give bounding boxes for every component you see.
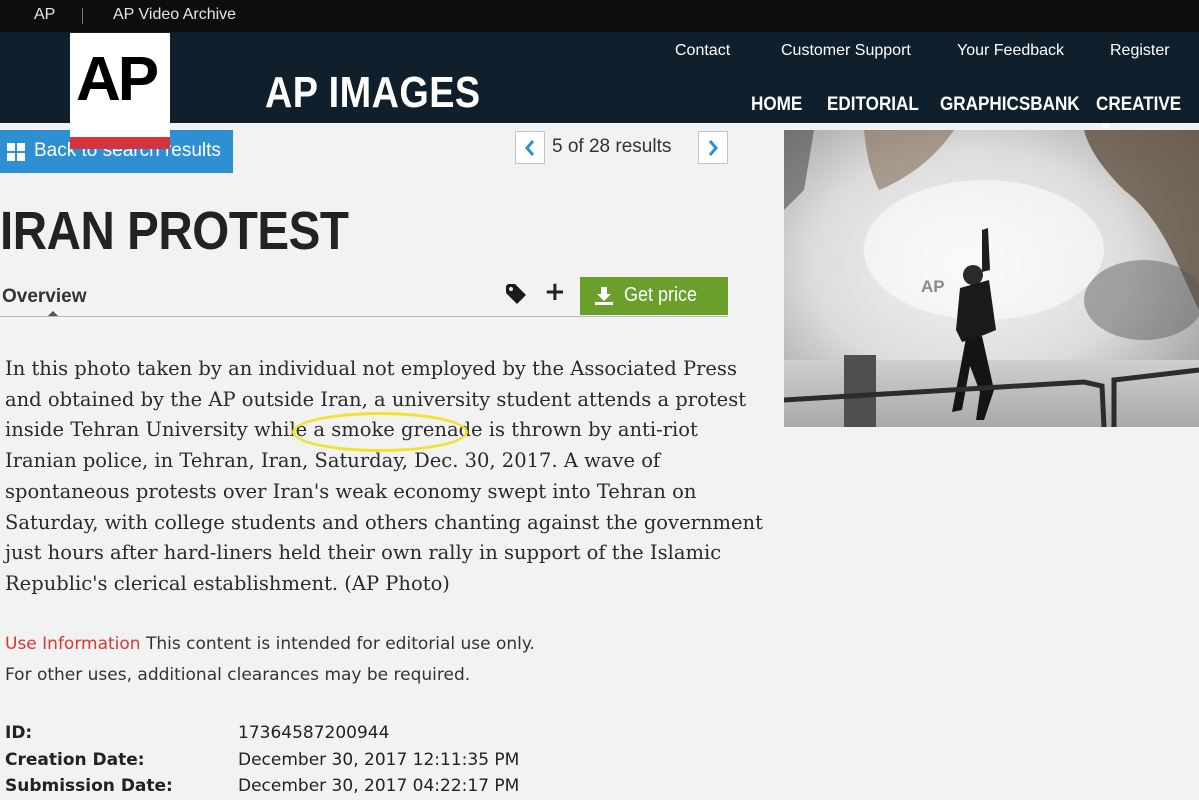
brand-title[interactable]: AP IMAGES xyxy=(265,68,481,118)
protest-photo[interactable]: AP xyxy=(784,130,1199,427)
video-archive-link[interactable]: AP Video Archive xyxy=(113,6,236,24)
caption-line: and obtained by the AP outside Iran, a u… xyxy=(5,387,747,411)
meta-creation-label: Creation Date: xyxy=(5,750,145,770)
ap-logo[interactable]: AP xyxy=(70,33,170,149)
contact-link[interactable]: Contact xyxy=(675,42,730,60)
photo-image: AP xyxy=(784,130,1199,427)
photo-caption: In this photo taken by an individual not… xyxy=(5,354,763,600)
logo-red-stripe xyxy=(70,137,170,149)
meta-id-label: ID: xyxy=(5,723,33,743)
use-information-link[interactable]: Use Information xyxy=(5,634,141,654)
prev-result-button[interactable] xyxy=(515,131,545,164)
meta-creation-value: December 30, 2017 12:11:35 PM xyxy=(238,750,520,770)
customer-support-link[interactable]: Customer Support xyxy=(781,42,911,60)
caption-line: spontaneous protests over Iran's weak ec… xyxy=(5,479,697,503)
meta-submission-label: Submission Date: xyxy=(5,776,173,796)
caption-line: Saturday, with college students and othe… xyxy=(5,510,763,534)
nav-home[interactable]: HOME xyxy=(751,94,802,116)
tab-overview[interactable]: Overview xyxy=(2,286,87,308)
nav-editorial[interactable]: EDITORIAL xyxy=(827,94,919,116)
tag-icon[interactable] xyxy=(504,282,528,306)
grid-icon xyxy=(7,143,25,161)
caption-line: In this photo taken by an individual not… xyxy=(5,357,737,380)
tab-divider xyxy=(0,316,728,317)
caption-line: just hours after hard-liners held their … xyxy=(5,541,722,565)
register-link[interactable]: Register xyxy=(1110,42,1170,60)
caption-line: Republic's clerical establishment. (AP P… xyxy=(5,571,450,595)
meta-submission-value: December 30, 2017 04:22:17 PM xyxy=(238,776,520,796)
utility-bar: AP AP Video Archive xyxy=(0,0,1199,32)
get-price-label: Get price xyxy=(624,284,698,306)
divider xyxy=(82,8,83,24)
next-result-button[interactable] xyxy=(698,131,728,164)
page-title: IRAN PROTEST xyxy=(0,201,349,261)
photo-watermark: AP xyxy=(921,277,945,296)
use-information: Use Information This content is intended… xyxy=(5,629,535,691)
logo-text: AP xyxy=(76,45,159,114)
chevron-right-icon xyxy=(708,140,718,156)
feedback-link[interactable]: Your Feedback xyxy=(957,42,1064,60)
result-counter: 5 of 28 results xyxy=(552,136,672,157)
nav-creative-label: CREATIVE xyxy=(1096,94,1182,115)
use-information-text-2: For other uses, additional clearances ma… xyxy=(5,665,471,685)
download-icon xyxy=(595,287,613,305)
highlight-annotation xyxy=(292,412,468,452)
use-information-text: This content is intended for editorial u… xyxy=(145,634,535,654)
plus-icon[interactable]: + xyxy=(544,279,566,305)
site-header: AP IMAGES Contact Customer Support Your … xyxy=(0,32,1199,130)
get-price-button[interactable]: Get price xyxy=(580,277,728,315)
nav-graphicsbank[interactable]: GRAPHICSBANK xyxy=(940,94,1080,116)
meta-id-value: 17364587200944 xyxy=(238,723,390,743)
chevron-left-icon xyxy=(525,140,535,156)
ap-link[interactable]: AP xyxy=(34,6,55,24)
